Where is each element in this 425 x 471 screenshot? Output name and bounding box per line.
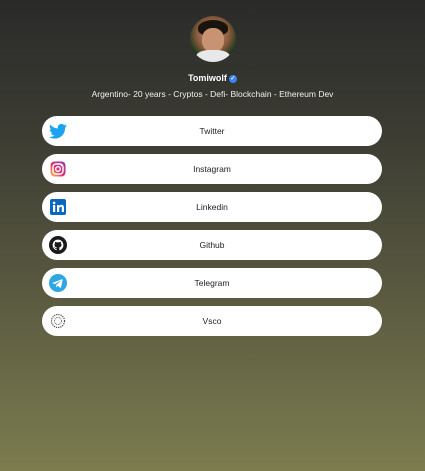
linkedin-icon [48,197,68,217]
link-telegram[interactable]: Telegram [42,268,382,298]
verified-badge-icon: ✓ [228,74,237,83]
link-label: Vsco [202,316,222,326]
avatar [190,16,236,62]
github-icon [48,235,68,255]
link-linkedin[interactable]: Linkedin [42,192,382,222]
link-label: Instagram [193,164,231,174]
link-label: Telegram [194,278,230,288]
instagram-icon [48,159,68,179]
link-instagram[interactable]: Instagram [42,154,382,184]
profile-name: Tomiwolf [188,73,227,83]
link-label: Github [199,240,225,250]
link-vsco[interactable]: Vsco [42,306,382,336]
telegram-icon [48,273,68,293]
profile-name-row: Tomiwolf ✓ [0,72,425,84]
profile-bio: Argentino- 20 years - Cryptos - Defi- Bl… [91,89,334,99]
link-twitter[interactable]: Twitter [42,116,382,146]
vsco-icon [48,311,68,331]
twitter-icon [48,121,68,141]
link-label: Linkedin [196,202,228,212]
link-github[interactable]: Github [42,230,382,260]
link-label: Twitter [199,126,225,136]
